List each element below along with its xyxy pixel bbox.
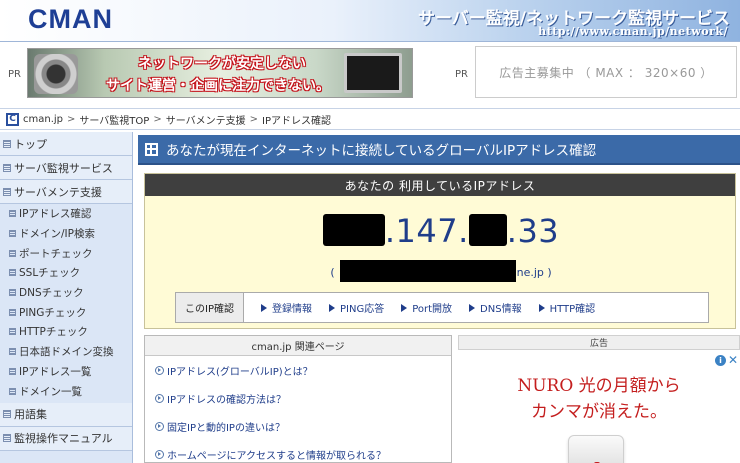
check-link-port[interactable]: Port開放 <box>401 300 452 315</box>
pr-label-left: PR <box>8 69 21 80</box>
list-bullet-icon <box>9 387 16 395</box>
check-link-dns[interactable]: DNS情報 <box>469 300 522 315</box>
host-suffix: ne.jp <box>516 266 544 279</box>
monitor-image <box>344 53 402 93</box>
sidebar-item-ssl-check[interactable]: SSLチェック <box>0 263 132 283</box>
list-bullet-icon <box>3 187 11 196</box>
check-link-whois[interactable]: 登録情報 <box>261 300 312 315</box>
ip-panel-header: あなたの 利用しているIPアドレス <box>145 174 735 196</box>
ad-panel: 広告 i ✕ NURO 光の月額から カンマが消えた。 <box>458 335 740 463</box>
nuro-ad[interactable]: i ✕ NURO 光の月額から カンマが消えた。 <box>458 353 740 463</box>
list-bullet-icon <box>9 348 16 356</box>
breadcrumb: C cman.jp > サーバ監視TOP > サーバメンテ支援 > IPアドレス… <box>0 108 740 130</box>
list-bullet-icon <box>3 163 11 172</box>
ad-headline-2: カンマが消えた。 <box>531 402 667 422</box>
check-bar-title: このIP確認 <box>176 293 244 322</box>
list-bullet-icon <box>9 269 16 277</box>
ad-info-icon[interactable]: i <box>714 354 726 366</box>
breadcrumb-link-monitor-top[interactable]: サーバ監視TOP <box>79 112 149 127</box>
grid-box-icon <box>145 142 158 156</box>
list-bullet-icon <box>9 230 16 238</box>
sidebar-item-top[interactable]: トップ <box>0 132 132 156</box>
related-pages-header: cman.jp 関連ページ <box>145 336 451 356</box>
breadcrumb-link-home[interactable]: cman.jp <box>23 114 63 125</box>
breadcrumb-separator: > <box>153 113 162 125</box>
list-bullet-icon <box>9 308 16 316</box>
banner-line-2: サイト運営・企画に注力できない。 <box>106 78 330 94</box>
ad-controls: i ✕ <box>714 353 738 367</box>
check-link-http[interactable]: HTTP確認 <box>539 300 596 315</box>
header-url: http://www.cman.jp/network/ <box>538 25 728 38</box>
ip-end: .33 <box>506 212 560 250</box>
sidebar-item-dns-check[interactable]: DNSチェック <box>0 283 132 303</box>
list-bullet-icon <box>9 367 16 375</box>
related-link-static-vs-dynamic[interactable]: 固定IPと動的IPの違いは？ <box>155 412 451 440</box>
advertiser-wanted-box[interactable]: 広告主募集中 （ MAX ： 320×60 ） <box>475 46 737 98</box>
related-pages-panel: cman.jp 関連ページ IPアドレス(グローバルIP)とは？ IPアドレスの… <box>144 335 452 463</box>
list-bullet-icon <box>9 328 16 336</box>
breadcrumb-separator: > <box>67 113 76 125</box>
related-link-info-collected[interactable]: ホームページにアクセスすると情報が取られる？ <box>155 440 451 463</box>
sidebar-item-maintenance[interactable]: サーバメンテ支援 <box>0 180 132 204</box>
list-bullet-icon <box>9 249 16 257</box>
ad-headline-1: NURO 光の月額から <box>517 376 681 396</box>
ip-address-display: .147. .33 <box>145 212 737 250</box>
sidebar-item-http-check[interactable]: HTTPチェック <box>0 322 132 342</box>
ad-panel-header: 広告 <box>458 335 740 350</box>
breadcrumb-current: IPアドレス確認 <box>262 115 331 127</box>
related-link-how-to-check[interactable]: IPアドレスの確認方法は？ <box>155 384 451 412</box>
list-bullet-icon <box>9 289 16 297</box>
check-link-ping[interactable]: PING応答 <box>329 300 384 315</box>
sidebar-item-ip-list[interactable]: IPアドレス一覧 <box>0 362 132 382</box>
ad-close-icon[interactable]: ✕ <box>728 353 738 367</box>
list-bullet-icon <box>3 139 11 148</box>
sidebar-item-ip-check[interactable]: IPアドレス確認 <box>0 204 132 224</box>
camera-image <box>34 54 78 94</box>
sidebar-item-manual[interactable]: 監視操作マニュアル <box>0 426 132 451</box>
sidebar-item-ping-check[interactable]: PINGチェック <box>0 302 132 322</box>
ip-middle: .147. <box>384 212 469 250</box>
cman-c-icon: C <box>6 112 19 126</box>
redaction-block <box>322 214 385 246</box>
sidebar-item-port-check[interactable]: ポートチェック <box>0 243 132 263</box>
circle-arrow-icon <box>155 365 164 375</box>
main-content: あなたが現在インターネットに接続しているグローバルIPアドレス確認 あなたの 利… <box>138 132 740 463</box>
breadcrumb-link-maintenance[interactable]: サーバメンテ支援 <box>166 112 246 127</box>
sidebar-nav: トップ サーバ監視サービス サーバメンテ支援 IPアドレス確認 ドメイン/IP検… <box>0 132 133 463</box>
page-title-text: あなたが現在インターネットに接続しているグローバルIPアドレス確認 <box>166 143 597 159</box>
site-header: CMAN サーバー監視/ネットワーク監視サービス http://www.cman… <box>0 0 740 42</box>
host-paren-open: ( <box>330 266 335 279</box>
ip-check-bar: このIP確認 登録情報 PING応答 Port開放 DNS情報 HTTP確認 <box>175 292 709 323</box>
ip-address-panel: あなたの 利用しているIPアドレス .147. .33 ( ne.jp ) このIP… <box>144 173 736 329</box>
banner-line-1: ネットワークが安定しない <box>138 56 306 72</box>
sidebar-item-glossary[interactable]: 用語集 <box>0 402 132 427</box>
list-bullet-icon <box>9 210 16 218</box>
related-link-what-is-ip[interactable]: IPアドレス(グローバルIP)とは？ <box>155 356 451 384</box>
breadcrumb-separator: > <box>249 113 259 125</box>
ad-strip: PR ネットワークが安定しない サイト運営・企画に注力できない。 PR 広告主募… <box>0 43 740 105</box>
circle-arrow-icon <box>155 393 164 403</box>
hostname-display: ( ne.jp ) <box>145 260 737 282</box>
circle-arrow-icon <box>155 421 164 431</box>
sidebar-item-jp-domain[interactable]: 日本語ドメイン変換 <box>0 342 132 362</box>
list-bullet-icon <box>3 410 11 419</box>
network-banner-ad[interactable]: ネットワークが安定しない サイト運営・企画に注力できない。 <box>27 48 413 98</box>
sidebar-item-monitor-service[interactable]: サーバ監視サービス <box>0 156 132 180</box>
redaction-block <box>339 260 516 282</box>
cman-logo[interactable]: CMAN <box>28 4 113 35</box>
host-paren-close: ) <box>547 266 552 279</box>
page-title: あなたが現在インターネットに接続しているグローバルIPアドレス確認 <box>138 135 740 165</box>
circle-arrow-icon <box>155 449 164 459</box>
sidebar-item-domain-search[interactable]: ドメイン/IP検索 <box>0 224 132 244</box>
redaction-block <box>468 214 507 246</box>
keyboard-key-image <box>568 435 624 463</box>
sidebar-item-domain-list[interactable]: ドメイン一覧 <box>0 381 132 401</box>
pr-label-right: PR <box>455 69 468 80</box>
list-bullet-icon <box>3 434 11 443</box>
